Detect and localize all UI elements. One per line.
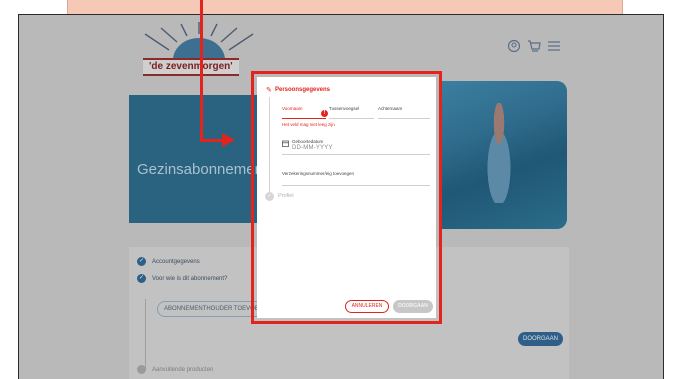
step-label: Voor wie is dit abonnement? (152, 275, 228, 282)
sun-logo-icon (144, 22, 254, 60)
dob-input[interactable]: DD-MM-YYYY (292, 145, 333, 151)
profile-step-label: Profiel (278, 193, 294, 199)
personal-details-modal: ✎ Persoonsgegevens Voornaam Tussenvoegse… (257, 77, 436, 318)
menu-icon[interactable] (547, 39, 561, 53)
hero-title: Gezinsabonnement (137, 161, 268, 178)
error-icon: ! (321, 110, 328, 117)
step-for-whom: ✓ Voor wie is dit abonnement? (137, 274, 227, 283)
cancel-button[interactable]: ANNULEREN (345, 300, 389, 313)
logo-wordmark: 'de zevenmorgen' (143, 58, 239, 76)
insurance-label: Verzekeringsnummer/eig toevoegen (282, 171, 355, 176)
step-connector (269, 97, 270, 192)
step-label: Aanvullende producten (152, 366, 214, 373)
dob-underline (282, 154, 430, 155)
section-title: Persoonsgegevens (275, 87, 331, 93)
swimmer-photo (439, 81, 567, 229)
step-connector (145, 299, 146, 369)
continue-button[interactable]: DOORGAAN (393, 300, 433, 313)
check-icon: ✓ (137, 274, 146, 283)
step-account: ✓ Accountgegevens (137, 257, 200, 266)
arrow-line (200, 0, 203, 141)
step-label: Accountgegevens (152, 258, 200, 265)
first-name-input[interactable] (282, 118, 326, 119)
continue-button-background[interactable]: DOORGAAN (518, 332, 564, 346)
last-name-label: Achternaam (378, 106, 403, 111)
infix-label: Tussenvoegsel (329, 106, 360, 111)
first-name-label: Voornaam (282, 106, 303, 111)
first-name-error: Het veld mag niet leeg zijn (282, 122, 335, 127)
insurance-input[interactable] (282, 185, 430, 186)
brand-logo[interactable]: 'de zevenmorgen' (131, 20, 266, 80)
profile-step-icon: ✓ (265, 192, 274, 201)
cart-icon[interactable] (527, 39, 541, 53)
callout-banner (67, 0, 623, 14)
calendar-icon[interactable] (282, 140, 289, 147)
header-icons (507, 39, 561, 53)
pencil-icon: ✎ (266, 87, 272, 94)
browser-frame: 'de zevenmorgen' Gezinsabonnement ✓ Acco… (18, 14, 664, 379)
infix-input[interactable] (329, 118, 374, 119)
dob-label: Geboortedatum (292, 139, 324, 144)
account-icon[interactable] (507, 39, 521, 53)
step-extra-products: Aanvullende producten (137, 365, 213, 374)
arrow-head-icon (222, 133, 235, 147)
check-icon: ✓ (137, 257, 146, 266)
swimmer-figure (479, 103, 519, 203)
last-name-input[interactable] (378, 118, 430, 119)
step-pending-icon (137, 365, 146, 374)
arrow-line (200, 139, 224, 142)
